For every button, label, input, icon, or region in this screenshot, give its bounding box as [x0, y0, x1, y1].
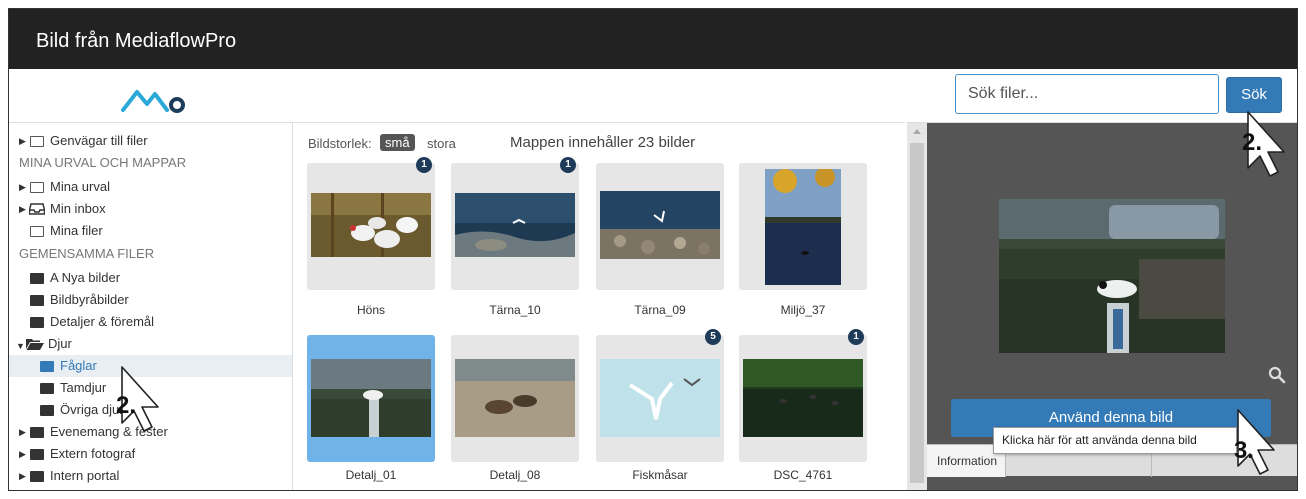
- folder-tree: ▶ Genvägar till filer MINA URVAL OCH MAP…: [9, 122, 293, 490]
- tree-item-label: Fåglar: [60, 358, 97, 373]
- folder-icon: [40, 361, 54, 372]
- caret-right-icon[interactable]: ▶: [19, 176, 26, 198]
- image-gallery: Bildstorlek: små stora Mappen innehåller…: [294, 122, 905, 490]
- gallery-scrollbar[interactable]: [907, 122, 927, 490]
- thumbnail-birds-lake: [743, 359, 863, 437]
- thumbnail-gulls-sky: [600, 359, 720, 437]
- step-number: 2.: [1242, 129, 1262, 156]
- tree-item-mina-urval[interactable]: ▶ Mina urval: [9, 176, 292, 198]
- tree-item-label: Genvägar till filer: [50, 133, 148, 148]
- step-number: 3.: [1234, 437, 1254, 464]
- tree-item-label: Intern portal: [50, 468, 120, 483]
- window-title: Bild från MediaflowPro: [9, 9, 1297, 69]
- folder-icon: [30, 295, 44, 306]
- image-caption: Höns: [356, 303, 385, 317]
- tree-item-label: Mina filer: [50, 223, 103, 238]
- image-tile-tarna09[interactable]: [596, 163, 724, 290]
- caret-right-icon[interactable]: ▶: [19, 421, 26, 443]
- tree-item-label: Extern fotograf: [50, 446, 136, 461]
- size-large-toggle[interactable]: stora: [427, 136, 456, 151]
- folder-icon: [40, 383, 54, 394]
- folder-icon: [30, 471, 44, 482]
- preview-image: [999, 199, 1225, 353]
- folder-icon: [40, 405, 54, 416]
- thumbnail-hens: [311, 193, 431, 257]
- thumbnail-tern-rocks: [600, 191, 720, 259]
- inbox-icon: [29, 203, 45, 215]
- folder-outline-icon: [30, 226, 44, 237]
- tree-item-label: Detaljer & föremål: [50, 314, 155, 329]
- tree-item-label: A Nya bilder: [50, 270, 121, 285]
- tree-item-label: Tamdjur: [60, 380, 107, 395]
- image-size-label: Bildstorlek:: [308, 136, 372, 151]
- tree-item-min-inbox[interactable]: ▶ Min inbox: [9, 198, 292, 220]
- tree-heading-mine: MINA URVAL OCH MAPPAR: [19, 155, 187, 170]
- image-tile-miljo37[interactable]: [739, 163, 867, 290]
- image-count-badge: 1: [848, 329, 864, 345]
- image-caption: Detalj_01: [345, 468, 397, 482]
- folder-outline-icon: [30, 182, 44, 193]
- step-annotation-cursor: 2.: [1238, 110, 1300, 180]
- thumbnail-tern-post: [311, 359, 431, 437]
- folder-icon: [30, 273, 44, 284]
- image-tile-fiskmasar[interactable]: 5: [596, 329, 724, 462]
- folder-image-count: Mappen innehåller 23 bilder: [510, 134, 696, 151]
- image-caption: Tärna_09: [634, 303, 686, 317]
- caret-right-icon[interactable]: ▶: [19, 465, 26, 487]
- image-caption: DSC_4761: [773, 468, 833, 482]
- scrollbar-thumb[interactable]: [910, 143, 924, 483]
- use-image-tooltip: Klicka här för att använda denna bild: [993, 427, 1237, 454]
- caret-down-icon[interactable]: ▼: [16, 335, 25, 357]
- tree-item-a-nya-bilder[interactable]: A Nya bilder: [9, 267, 292, 289]
- tree-heading-shared: GEMENSAMMA FILER: [19, 246, 155, 261]
- tree-item-label: Djur: [48, 336, 72, 351]
- tree-item-djur[interactable]: ▼ Djur: [9, 333, 292, 355]
- image-caption: Detalj_08: [489, 468, 541, 482]
- image-caption: Miljö_37: [780, 303, 826, 317]
- image-count-badge: 1: [416, 157, 432, 173]
- step-number: 2.: [116, 392, 136, 419]
- thumbnail-tern-water: [455, 193, 575, 257]
- tree-item-label: Mina urval: [50, 179, 110, 194]
- tree-item-extern-fotograf[interactable]: ▶ Extern fotograf: [9, 443, 292, 465]
- image-count-badge: 1: [560, 157, 576, 173]
- folder-open-icon: [26, 339, 44, 350]
- tree-item-intern-portal[interactable]: ▶ Intern portal: [9, 465, 292, 487]
- mediaflow-logo: [121, 90, 185, 113]
- image-tile-detalj01[interactable]: [307, 335, 435, 462]
- folder-icon: [30, 449, 44, 460]
- image-tile-tarna10[interactable]: 1: [451, 157, 579, 290]
- size-small-toggle[interactable]: små: [380, 134, 415, 151]
- image-count-badge: 5: [705, 329, 721, 345]
- zoom-icon[interactable]: [1268, 366, 1286, 384]
- folder-icon: [30, 427, 44, 438]
- step-annotation-cursor: 3.: [1228, 408, 1290, 478]
- thumbnail-ducks-sand: [455, 359, 575, 437]
- tree-item-label: Bildbyråbilder: [50, 292, 129, 307]
- tree-item-detaljer[interactable]: Detaljer & föremål: [9, 311, 292, 333]
- image-tile-hons[interactable]: 1: [307, 157, 435, 290]
- search-button[interactable]: Sök: [1226, 77, 1282, 113]
- caret-right-icon[interactable]: ▶: [19, 130, 26, 152]
- tree-item-bildbyrabilder[interactable]: Bildbyråbilder: [9, 289, 292, 311]
- tree-item-label: Min inbox: [50, 201, 106, 216]
- image-tile-dsc4761[interactable]: 1: [739, 329, 867, 462]
- image-caption: Tärna_10: [489, 303, 541, 317]
- pointer-cursor-icon: 2.: [1242, 111, 1285, 177]
- dialog-window: Bild från MediaflowPro Sök ▶ Genvägar ti…: [8, 8, 1298, 491]
- tree-item-mina-filer[interactable]: Mina filer: [9, 220, 292, 242]
- folder-icon: [30, 317, 44, 328]
- caret-right-icon[interactable]: ▶: [19, 443, 26, 465]
- caret-right-icon[interactable]: ▶: [19, 198, 26, 220]
- tree-item-shortcuts[interactable]: ▶ Genvägar till filer: [9, 130, 292, 152]
- pointer-cursor-icon: 2.: [116, 366, 159, 432]
- pointer-cursor-icon: 3.: [1234, 409, 1275, 475]
- thumbnail-lake-autumn: [765, 169, 841, 285]
- image-tile-detalj08[interactable]: [451, 335, 579, 462]
- folder-outline-icon: [30, 136, 44, 147]
- search-input[interactable]: [955, 74, 1219, 114]
- step-annotation-cursor: 2.: [112, 365, 174, 435]
- scroll-up-icon[interactable]: [913, 129, 921, 134]
- image-caption: Fiskmåsar: [632, 468, 688, 482]
